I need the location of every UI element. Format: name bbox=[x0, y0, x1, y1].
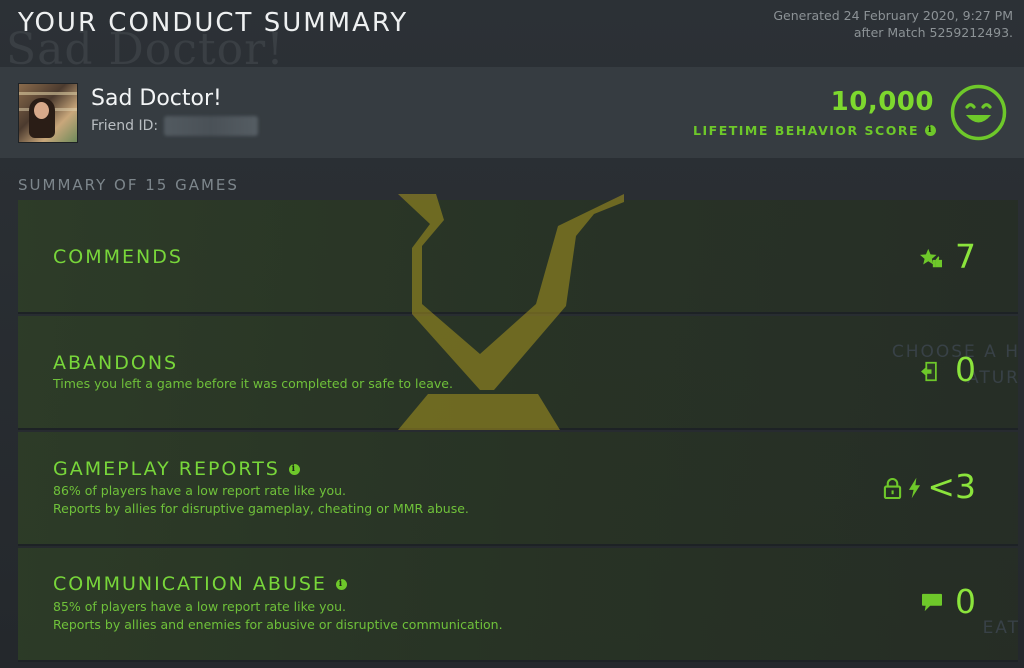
communication-abuse-description: 85% of players have a low report rate li… bbox=[53, 598, 503, 634]
commends-title: COMMENDS bbox=[53, 246, 183, 268]
player-name[interactable]: Sad Doctor! bbox=[91, 86, 222, 111]
abandons-row: CHOOSE A H ATUR ABANDONS Times you left … bbox=[18, 316, 1018, 430]
communication-abuse-stat: 85% of players have a low report rate li… bbox=[53, 599, 347, 614]
friend-id-label: Friend ID: bbox=[91, 118, 159, 134]
smiley-face-icon bbox=[950, 84, 1007, 141]
friend-id-redacted bbox=[164, 116, 258, 136]
generated-date: Generated 24 February 2020, 9:27 PM bbox=[773, 8, 1013, 23]
abandons-value: 0 bbox=[955, 350, 976, 389]
star-thumbs-up-icon bbox=[920, 248, 942, 268]
gameplay-reports-title: GAMEPLAY REPORTS i bbox=[53, 458, 300, 480]
behavior-score-label: LIFETIME BEHAVIOR SCORE i bbox=[693, 123, 936, 138]
communication-abuse-title-text: COMMUNICATION ABUSE bbox=[53, 573, 327, 595]
generated-match: after Match 5259212493. bbox=[853, 25, 1013, 40]
info-icon[interactable]: i bbox=[288, 463, 300, 475]
profile-bar: Sad Doctor! Friend ID: 10,000 LIFETIME B… bbox=[0, 67, 1024, 158]
communication-abuse-title: COMMUNICATION ABUSE i bbox=[53, 573, 347, 595]
abandons-description: Times you left a game before it was comp… bbox=[53, 376, 453, 391]
page-title: YOUR CONDUCT SUMMARY bbox=[18, 8, 409, 38]
commends-value: 7 bbox=[955, 237, 976, 276]
gameplay-reports-explanation: Reports by allies for disruptive gamepla… bbox=[53, 501, 469, 516]
gameplay-reports-title-text: GAMEPLAY REPORTS bbox=[53, 458, 280, 480]
communication-abuse-row: EAT COMMUNICATION ABUSE i 85% of players… bbox=[18, 548, 1018, 662]
exit-door-icon bbox=[921, 361, 937, 382]
communication-abuse-value: 0 bbox=[955, 582, 976, 621]
gameplay-reports-stat: 86% of players have a low report rate li… bbox=[53, 483, 347, 498]
info-icon[interactable]: i bbox=[335, 578, 347, 590]
abandons-title: ABANDONS bbox=[53, 352, 178, 374]
generated-info: Generated 24 February 2020, 9:27 PM afte… bbox=[773, 7, 1013, 41]
gameplay-reports-description: 86% of players have a low report rate li… bbox=[53, 482, 469, 518]
background-ghost-text: EAT bbox=[982, 618, 1020, 638]
summary-label: SUMMARY OF 15 GAMES bbox=[18, 176, 239, 194]
chat-bubble-icon bbox=[922, 593, 942, 612]
commends-row: COMMENDS 7 bbox=[18, 200, 1018, 314]
avatar[interactable] bbox=[18, 83, 78, 143]
gameplay-reports-value: <3 bbox=[927, 467, 976, 506]
lightning-icon bbox=[908, 477, 921, 499]
gameplay-reports-row: GAMEPLAY REPORTS i 86% of players have a… bbox=[18, 432, 1018, 546]
commends-title-text: COMMENDS bbox=[53, 246, 183, 268]
info-icon[interactable]: i bbox=[925, 125, 936, 136]
conduct-summary-page: Sad Doctor! YOUR CONDUCT SUMMARY Generat… bbox=[0, 0, 1024, 668]
behavior-score-value: 10,000 bbox=[830, 87, 934, 117]
communication-abuse-explanation: Reports by allies and enemies for abusiv… bbox=[53, 617, 503, 632]
summary-panel: COMMENDS 7 CHOOSE A H ATUR ABANDONS Time… bbox=[18, 194, 1018, 662]
lock-icon bbox=[883, 478, 902, 499]
abandons-title-text: ABANDONS bbox=[53, 352, 179, 374]
behavior-score-label-text: LIFETIME BEHAVIOR SCORE bbox=[693, 123, 919, 138]
